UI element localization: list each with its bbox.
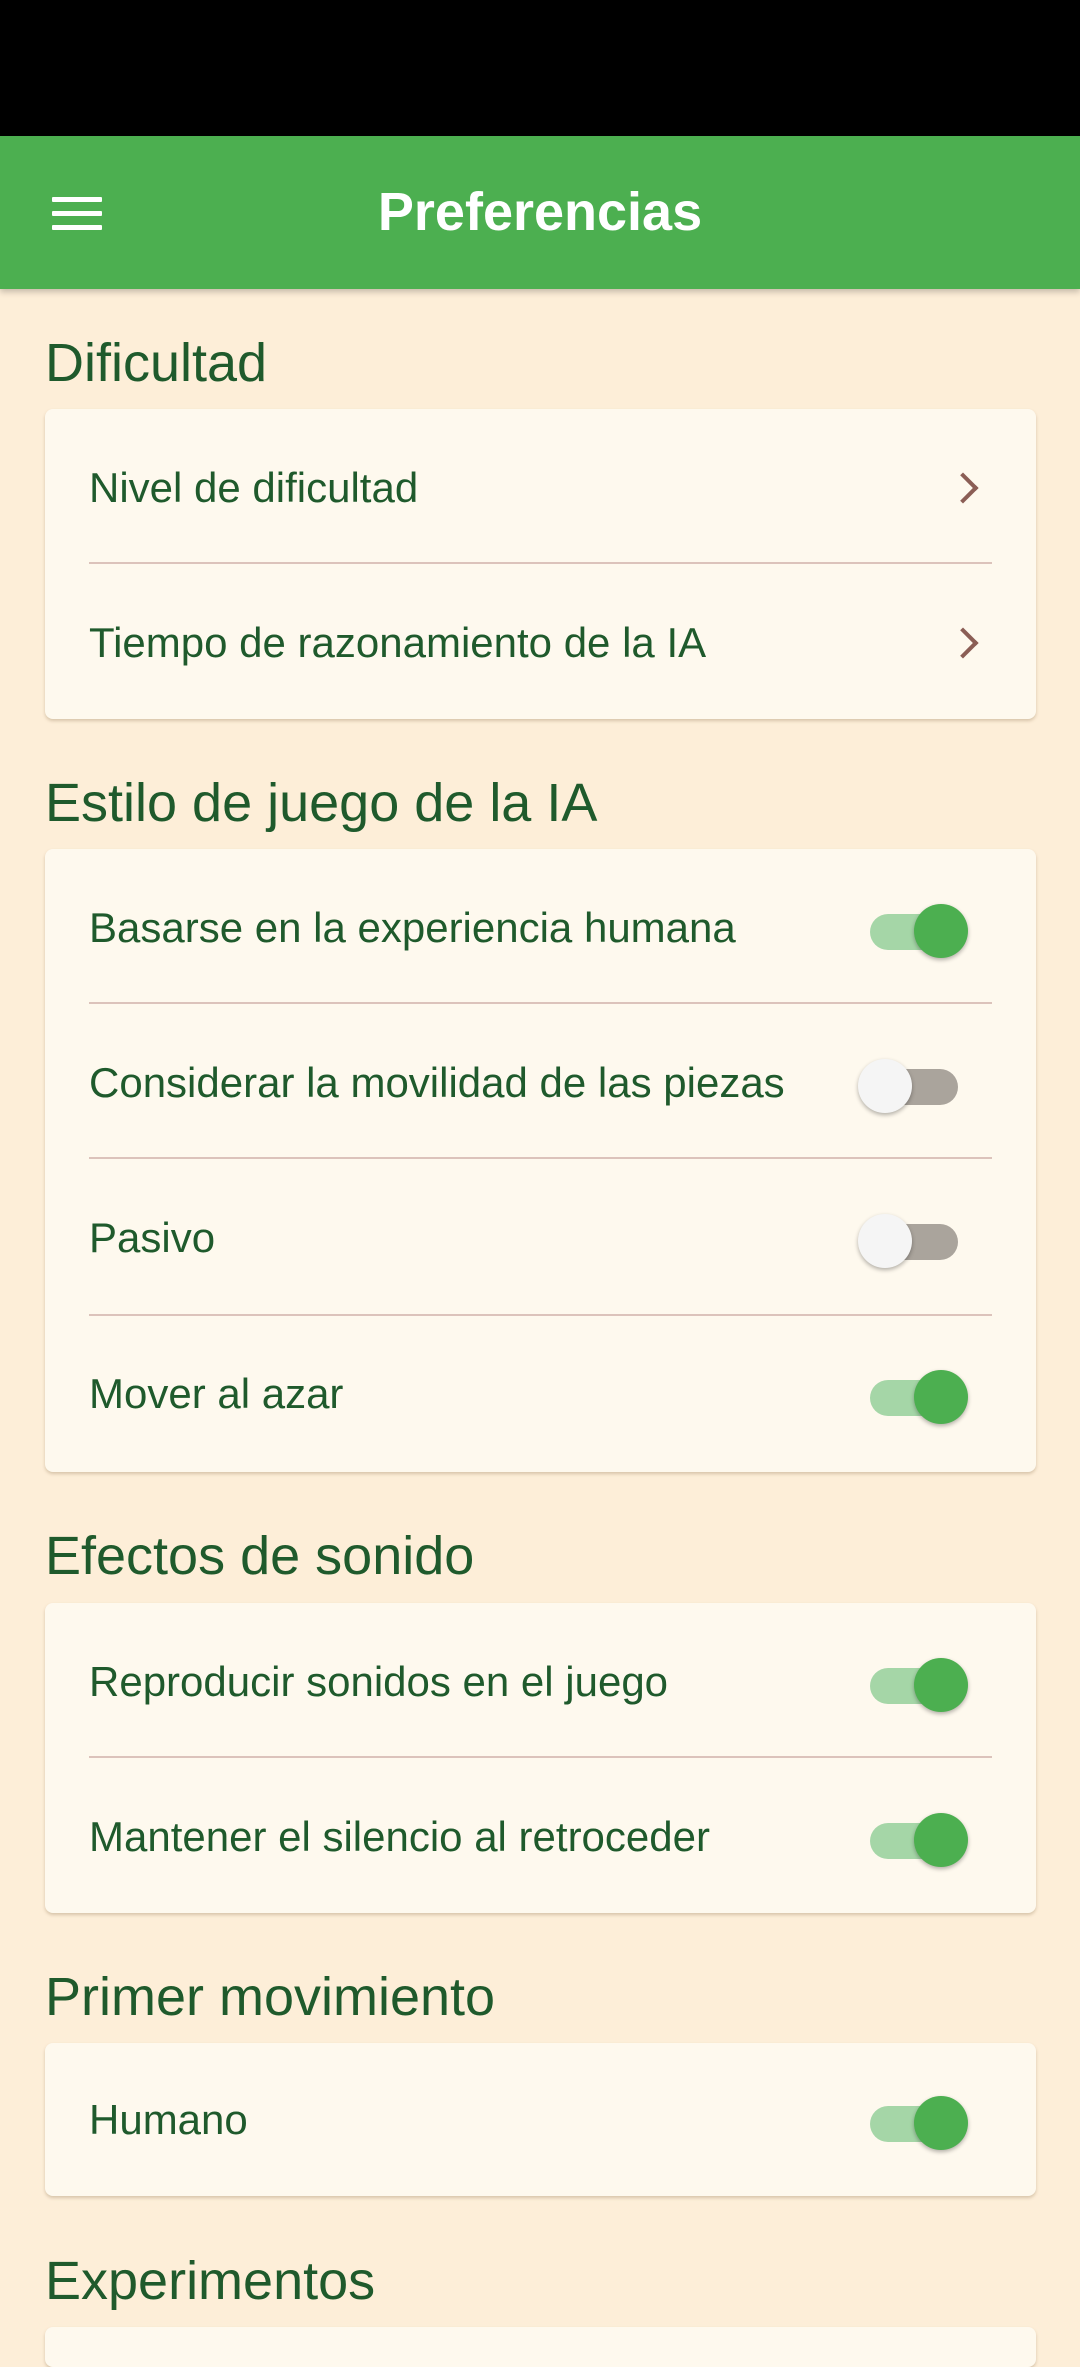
card-primer: Humano — [45, 2043, 1036, 2196]
section-title-experimentos: Experimentos — [45, 2251, 376, 2311]
mover-azar-item[interactable]: Mover al azar — [45, 1315, 1036, 1472]
pasivo-item[interactable]: Pasivo — [45, 1159, 1036, 1316]
row-label: Basarse en la experiencia humana — [89, 903, 736, 951]
movilidad-piezas-item[interactable]: Considerar la movilidad de las piezas — [45, 1004, 1036, 1161]
card-sonido: Reproducir sonidos en el juego Mantener … — [45, 1603, 1036, 1913]
section-title-sonido: Efectos de sonido — [45, 1526, 475, 1586]
mantener-silencio-item[interactable]: Mantener el silencio al retroceder — [45, 1758, 1036, 1915]
chevron-right-icon — [947, 471, 979, 504]
row-label: Nivel de dificultad — [89, 463, 419, 511]
section-title-primer: Primer movimiento — [45, 1967, 496, 2027]
nivel-de-dificultad-item[interactable]: Nivel de dificultad — [45, 409, 1036, 566]
chevron-right-icon — [947, 626, 979, 659]
basarse-experiencia-switch[interactable] — [864, 898, 968, 958]
card-estilo: Basarse en la experiencia humana Conside… — [45, 849, 1036, 1472]
pasivo-switch[interactable] — [858, 1208, 964, 1268]
movilidad-piezas-switch[interactable] — [858, 1053, 964, 1113]
row-label: Mover al azar — [89, 1369, 344, 1417]
mover-azar-switch[interactable] — [864, 1364, 968, 1424]
status-bar — [0, 0, 1080, 136]
card-dificultad: Nivel de dificultad Tiempo de razonamien… — [45, 409, 1036, 719]
row-label: Humano — [89, 2095, 248, 2143]
reproducir-sonidos-switch[interactable] — [864, 1652, 968, 1712]
row-label: Reproducir sonidos en el juego — [89, 1657, 669, 1705]
humano-switch[interactable] — [864, 2090, 968, 2150]
section-title-estilo: Estilo de juego de la IA — [45, 773, 598, 833]
reproducir-sonidos-item[interactable]: Reproducir sonidos en el juego — [45, 1603, 1036, 1760]
mantener-silencio-switch[interactable] — [864, 1807, 968, 1867]
humano-item[interactable]: Humano — [45, 2043, 1036, 2196]
row-label: Mantener el silencio al retroceder — [89, 1812, 710, 1860]
section-title-dificultad: Dificultad — [45, 333, 268, 393]
row-label: Pasivo — [89, 1213, 216, 1261]
app-bar: Preferencias — [0, 136, 1080, 289]
menu-icon[interactable] — [52, 197, 102, 231]
row-label: Considerar la movilidad de las piezas — [89, 1058, 785, 1106]
basarse-experiencia-item[interactable]: Basarse en la experiencia humana — [45, 849, 1036, 1006]
page-title: Preferencias — [377, 182, 703, 242]
card-experimentos — [45, 2327, 1036, 2367]
tiempo-razonamiento-item[interactable]: Tiempo de razonamiento de la IA — [45, 564, 1036, 721]
row-label: Tiempo de razonamiento de la IA — [89, 618, 707, 666]
